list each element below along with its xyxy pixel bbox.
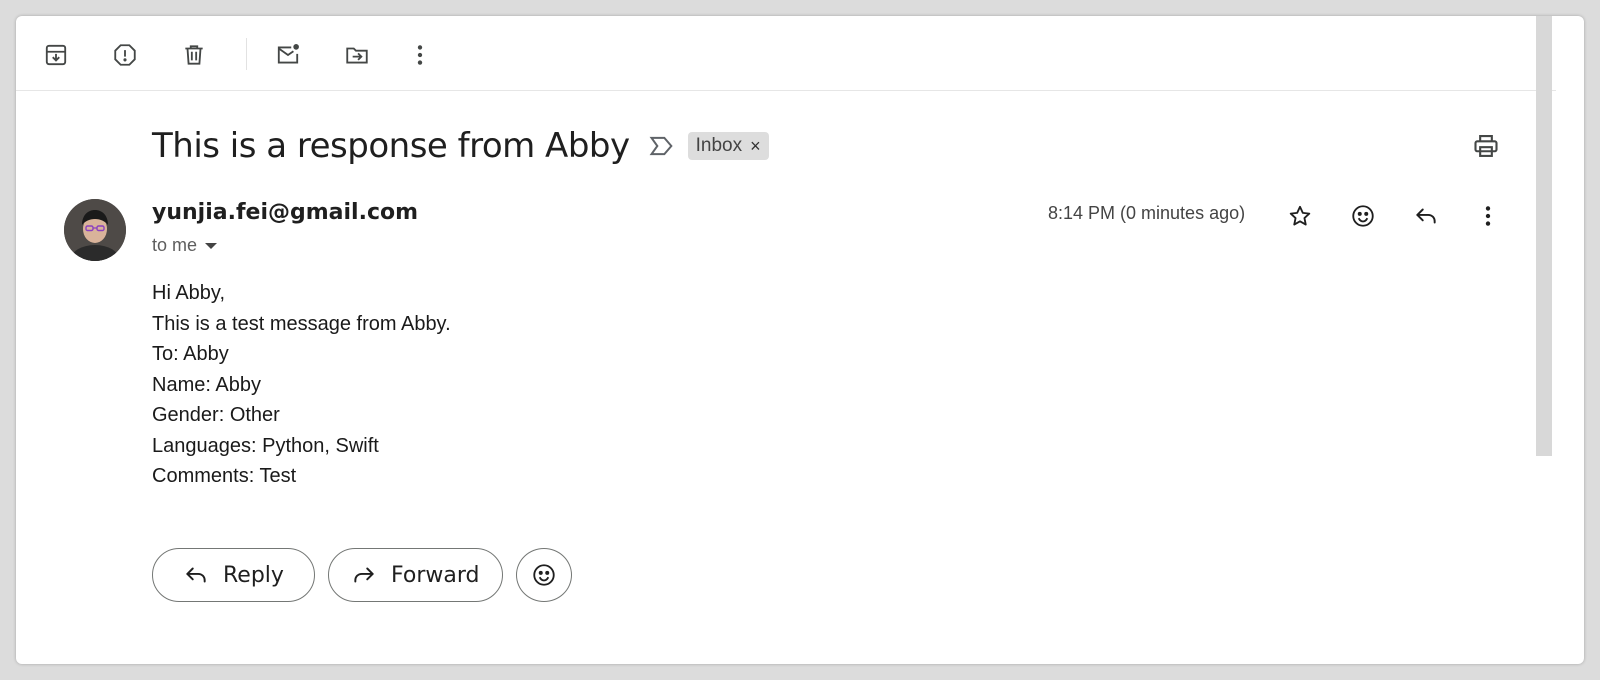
mark-unread-icon bbox=[277, 44, 299, 64]
star-button[interactable] bbox=[1280, 196, 1320, 236]
report-spam-button[interactable] bbox=[105, 35, 145, 75]
more-vert-icon bbox=[1485, 206, 1491, 226]
add-reaction-button[interactable] bbox=[1343, 196, 1383, 236]
emoji-icon bbox=[1352, 205, 1374, 227]
email-window: This is a response from Abby Inbox × yun… bbox=[16, 16, 1584, 664]
forward-button-label: Forward bbox=[391, 562, 480, 588]
forward-icon bbox=[354, 567, 374, 583]
move-to-button[interactable] bbox=[337, 35, 377, 75]
body-line: Gender: Other bbox=[152, 404, 280, 426]
archive-button[interactable] bbox=[36, 35, 76, 75]
email-timestamp: 8:14 PM (0 minutes ago) bbox=[1048, 203, 1246, 223]
body-line: Name: Abby bbox=[152, 373, 261, 396]
recipient-details-toggle[interactable]: to me bbox=[152, 235, 218, 256]
email-body: Hi Abby, This is a test message from Abb… bbox=[152, 278, 451, 492]
print-icon bbox=[1474, 135, 1498, 157]
subject-row: This is a response from Abby Inbox × bbox=[152, 124, 769, 168]
emoji-icon bbox=[533, 564, 555, 586]
reply-icon bbox=[186, 567, 206, 583]
reply-button[interactable]: Reply bbox=[152, 548, 315, 602]
body-line: Comments: Test bbox=[152, 465, 297, 487]
reply-icon bbox=[1416, 208, 1436, 224]
message-more-button[interactable] bbox=[1468, 196, 1508, 236]
report-spam-icon bbox=[114, 44, 136, 66]
remove-label-button[interactable]: × bbox=[750, 136, 761, 157]
caret-down-icon bbox=[205, 242, 218, 249]
toolbar-divider bbox=[246, 38, 247, 70]
body-line: To: Abby bbox=[152, 343, 229, 365]
recipient-text: to me bbox=[152, 235, 198, 255]
body-line: Languages: Python, Swift bbox=[152, 434, 379, 457]
label-important-icon bbox=[649, 136, 673, 156]
star-icon bbox=[1289, 205, 1311, 226]
more-vert-icon bbox=[417, 45, 423, 65]
reply-icon-button[interactable] bbox=[1406, 196, 1446, 236]
scrollbar-thumb[interactable] bbox=[1536, 16, 1552, 456]
body-line: This is a test message from Abby. bbox=[152, 312, 451, 335]
sender-email[interactable]: yunjia.fei@gmail.com bbox=[152, 200, 418, 225]
toolbar bbox=[16, 16, 1556, 91]
more-options-button[interactable] bbox=[400, 35, 440, 75]
print-button[interactable] bbox=[1466, 126, 1506, 166]
mark-unread-button[interactable] bbox=[268, 35, 308, 75]
sender-avatar[interactable] bbox=[64, 199, 126, 261]
archive-icon bbox=[45, 44, 67, 66]
reply-button-label: Reply bbox=[223, 562, 284, 588]
delete-icon bbox=[185, 45, 203, 65]
move-to-icon bbox=[346, 47, 368, 64]
delete-button[interactable] bbox=[174, 35, 214, 75]
inbox-label-text: Inbox bbox=[695, 135, 743, 156]
email-subject: This is a response from Abby bbox=[152, 126, 630, 166]
importance-marker[interactable] bbox=[648, 132, 676, 160]
inbox-label-chip: Inbox × bbox=[687, 132, 769, 160]
forward-button[interactable]: Forward bbox=[328, 548, 503, 602]
avatar-portrait bbox=[64, 199, 126, 261]
body-line: Hi Abby, bbox=[152, 282, 225, 304]
emoji-reaction-button[interactable] bbox=[516, 548, 572, 602]
